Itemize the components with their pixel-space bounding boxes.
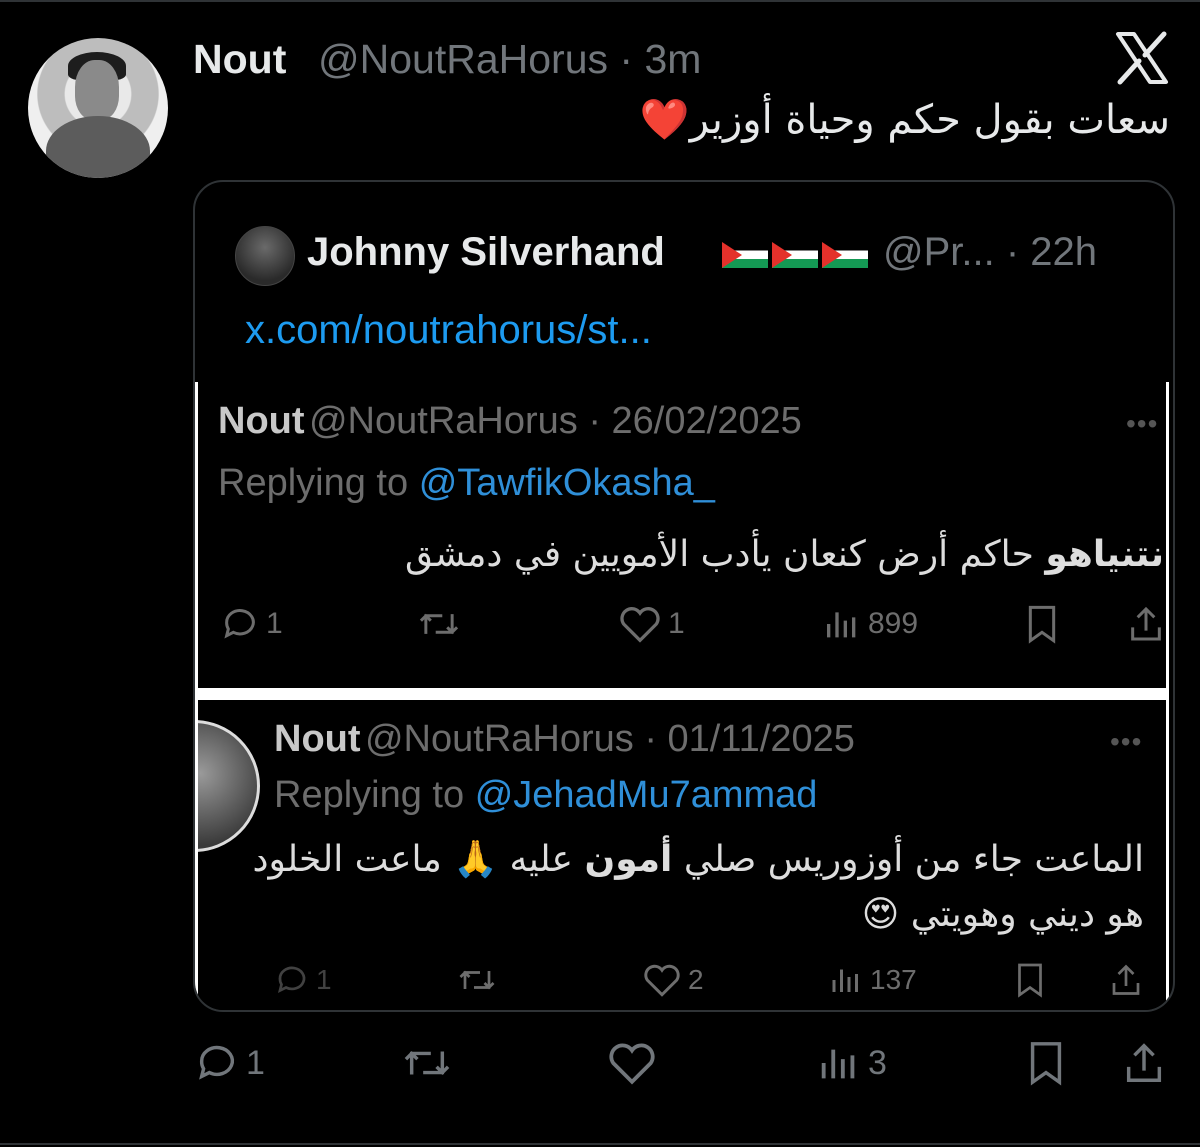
screenshot-author-handle-date: @NoutRaHorus · 26/02/2025 [308,400,802,442]
replying-to: Replying to @JehadMu7ammad [274,774,817,817]
reply-icon [199,1045,235,1080]
retweet-icon [419,613,459,635]
bookmark-button[interactable] [1024,1040,1068,1086]
screenshot-author-name: Nout [274,718,361,760]
screenshot-retweet-action [456,962,498,998]
replying-prefix: Replying to [274,774,465,816]
tweet-text-body: سعات بقول حكم وحياة أوزير [689,97,1170,143]
views-count: 3 [868,1043,887,1082]
embedded-screenshot-1: Nout @NoutRaHorus · 26/02/2025 ••• Reply… [195,382,1169,688]
bookmark-icon [1024,604,1060,644]
views-icon [821,1049,855,1079]
screenshot-views-action: 137 [828,962,917,998]
like-count: 1 [668,607,685,640]
quoted-author-handle-time: @Pr... · 22h [883,230,1098,274]
like-icon [620,607,660,643]
views-count: 137 [870,964,917,995]
quoted-avatar[interactable] [235,226,295,286]
replying-prefix: Replying to [218,462,409,504]
palestine-flag-icon [722,242,768,268]
screenshot-text: نتنياهو حاكم أرض كنعان يأدب الأمويين في … [405,534,1164,575]
share-icon [1110,962,1142,998]
views-icon [832,969,858,992]
palestine-flag-icon [772,242,818,268]
bookmark-icon [1030,1042,1062,1086]
screenshot-views-action: 899 [822,604,918,644]
tweet-text: سعات بقول حكم وحياة أوزير❤️ [640,96,1170,143]
retweet-icon [404,1050,450,1076]
embedded-screenshot-2: Nout @NoutRaHorus · 01/11/2025 ••• Reply… [195,700,1169,1010]
replying-to: Replying to @TawfikOkasha_ [218,462,715,505]
reply-button[interactable]: 1 [194,1040,265,1086]
author-handle-time: @NoutRaHorus · 3m [318,36,702,82]
views-icon [827,612,856,638]
screenshot-separator [195,688,1169,700]
avatar[interactable] [28,38,168,178]
x-logo-icon[interactable] [1114,30,1170,86]
text-part: الماعت جاء من أوزوريس صلي [672,839,1144,880]
reply-icon [224,609,255,639]
like-icon [644,964,680,997]
quoted-author-name[interactable]: Johnny Silverhand [307,230,665,275]
reply-count: 1 [246,1043,265,1082]
reply-count: 1 [316,964,332,995]
screenshot-text-rest: حاكم أرض كنعان يأدب الأمويين في دمشق [404,534,1046,575]
screenshot-avatar [198,720,260,852]
share-icon [1128,604,1164,644]
screenshot-author-name: Nout [218,400,305,442]
bottom-divider [0,1143,1200,1145]
views-button[interactable]: 3 [816,1040,887,1086]
replying-mention: @JehadMu7ammad [474,774,818,816]
screenshot-text-line2: هو ديني وهويتي 😍 [861,894,1144,935]
top-divider [0,0,1200,2]
replying-mention: @TawfikOkasha_ [418,462,715,504]
screenshot-retweet-action [416,604,462,644]
views-count: 899 [868,607,919,640]
screenshot-like-action: 1 [618,604,685,644]
reply-icon [277,966,306,994]
share-icon [1126,1043,1162,1082]
like-icon [609,1043,655,1085]
screenshot-reply-action: 1 [274,962,332,998]
retweet-button[interactable] [400,1040,454,1086]
palestine-flag-icon [822,242,868,268]
more-icon: ••• [1110,726,1143,757]
screenshot-text-bold: نتنياهو [1045,534,1164,575]
screenshot-reply-action: 1 [220,604,283,644]
screenshot-like-action: 2 [642,962,704,998]
text-bold: أمون [584,839,673,880]
author-name[interactable]: Nout [193,36,286,83]
bookmark-icon [1014,962,1046,998]
share-button[interactable] [1122,1040,1166,1086]
screenshot-text-line1: الماعت جاء من أوزوريس صلي أمون عليه 🙏 ما… [252,838,1144,880]
quoted-link[interactable]: x.com/noutrahorus/st... [245,308,652,353]
reply-count: 1 [266,607,283,640]
retweet-icon [459,970,495,990]
like-button[interactable] [606,1040,658,1086]
text-part: عليه 🙏 ماعت الخلود [252,839,585,880]
flag-emojis [722,242,868,268]
like-count: 2 [688,964,704,995]
screenshot-author-handle-date: @NoutRaHorus · 01/11/2025 [364,718,855,760]
heart-emoji: ❤️ [639,97,690,143]
more-icon: ••• [1126,408,1159,439]
quoted-tweet-card[interactable]: Johnny Silverhand @Pr... · 22h x.com/nou… [193,180,1175,1012]
